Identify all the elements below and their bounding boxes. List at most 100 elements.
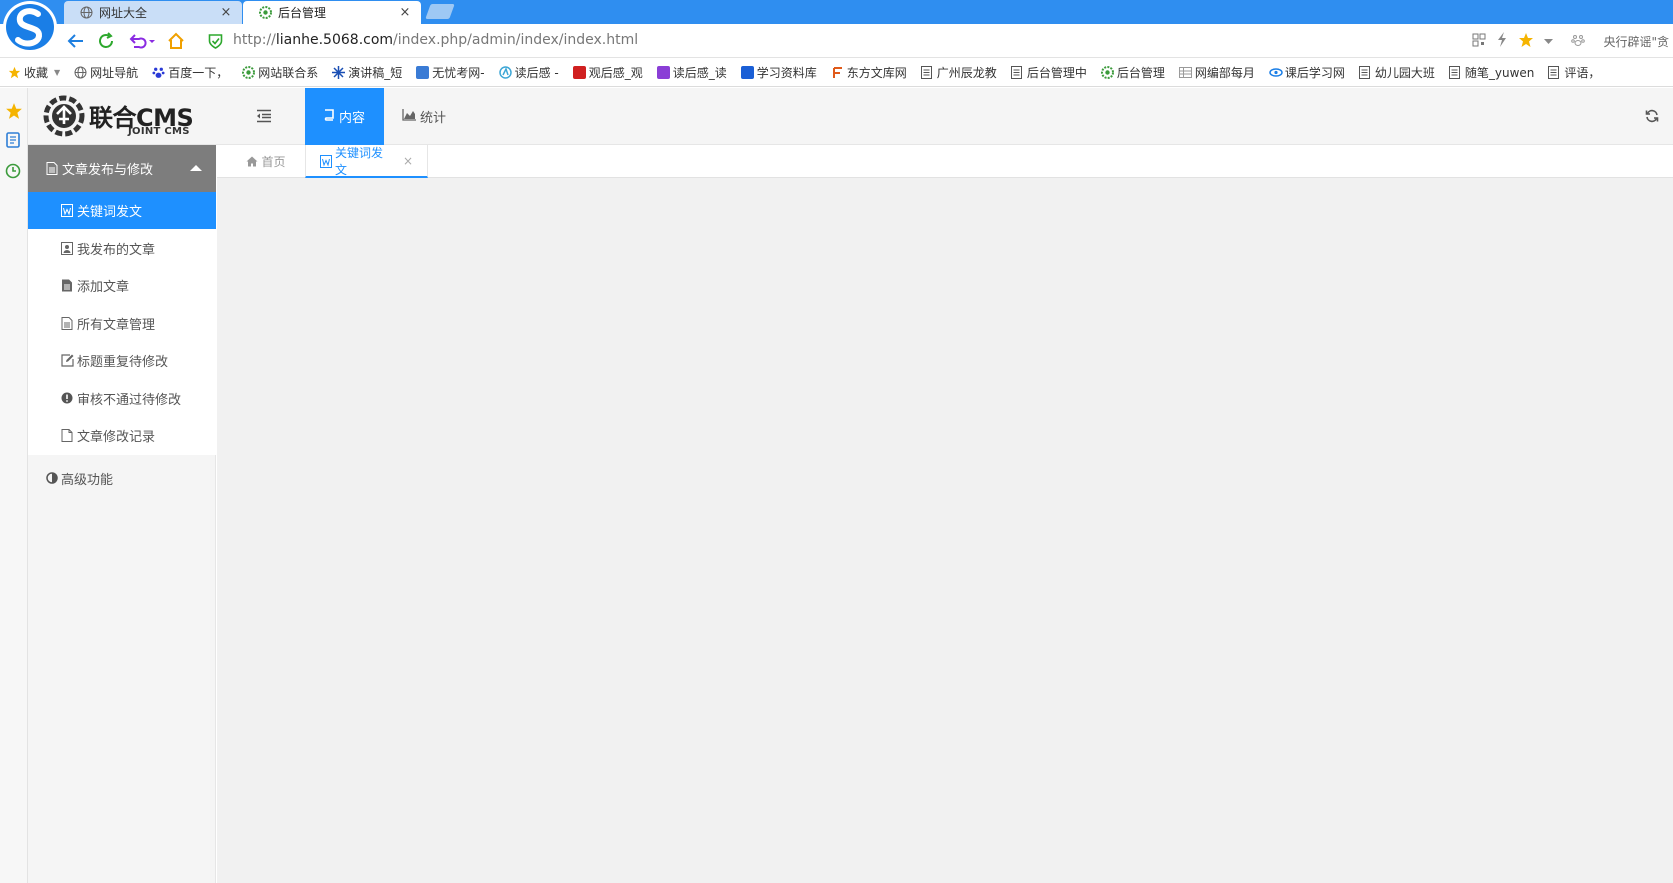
browser-logo-icon[interactable] [3,1,57,53]
bookmark-item[interactable]: 广州辰龙教 [920,64,997,81]
search-hint[interactable]: 央行辟谣"贪 [1603,33,1669,50]
sidebar-item-my-articles[interactable]: 我发布的文章 [28,230,216,267]
du-icon [656,65,670,79]
bookmark-label: 读后感_读 [672,65,727,80]
brand-logo[interactable]: 联合CMS JOINT CMS [42,94,202,140]
chevron-down-icon[interactable]: ▼ [54,68,60,77]
sidebar-group-advanced[interactable]: 高级功能 [28,463,216,493]
bookmark-item[interactable]: 无忧考网- [416,64,485,81]
bookmark-item[interactable]: 演讲稿_短 [332,64,402,81]
bookmark-label: 网址导航 [90,65,139,80]
bookmark-item[interactable]: 东方文库网 [831,64,907,81]
history-clock-icon[interactable] [5,163,23,181]
globe-icon [80,6,93,19]
page-tab-home[interactable]: 首页 [227,145,305,178]
bookmark-item[interactable]: 网站联合系 [242,64,318,81]
chevron-down-icon[interactable] [1544,34,1554,48]
bookmark-item[interactable]: 随笔_yuwen [1448,64,1534,81]
secure-shield-icon[interactable] [208,33,223,49]
file-outline-icon [61,429,74,442]
bookmark-item[interactable]: 后台管理中 [1010,64,1087,81]
bookmark-label: 无忧考网- [432,65,485,80]
cms-sidebar: 文章发布与修改 关键词发文 我发布的文章 添加文章 所有文章管理 标题重复待修改… [28,145,216,883]
sidebar-item-label: 标题重复待修改 [77,355,169,370]
tab-content[interactable]: 内容 [305,88,384,145]
file-text-icon [46,162,59,175]
bookmark-label: 收藏 [24,65,49,80]
eye-icon [1269,66,1283,79]
sidebar-item-all-articles[interactable]: 所有文章管理 [28,305,216,342]
bookmark-item[interactable]: 读后感_读 [656,64,727,81]
sidebar-item-keyword-post[interactable]: 关键词发文 [28,192,216,229]
close-tab-icon[interactable]: × [403,154,413,168]
browser-tab[interactable]: 网址大全 × [64,1,242,24]
refresh-icon[interactable] [1645,109,1659,123]
back-arrow-icon[interactable] [66,31,86,51]
bookmark-item[interactable]: 幼儿园大班 [1358,64,1435,81]
sidebar-item-rejected[interactable]: 审核不通过待修改 [28,380,216,417]
browser-side-panel [0,88,28,883]
close-tab-icon[interactable]: × [399,5,411,20]
sidebar-item-add-article[interactable]: 添加文章 [28,267,216,304]
study-icon [740,65,754,79]
home-icon[interactable] [166,31,186,51]
favorites-star-icon[interactable] [5,102,23,120]
bookmark-label: 课后学习网 [1284,65,1345,80]
bookmark-label: 学习资料库 [756,65,817,80]
bookmark-item[interactable]: 读后感 - [498,64,559,81]
browser-tab-active[interactable]: 后台管理 × [243,1,421,24]
area-chart-icon [402,108,416,125]
reload-icon[interactable] [96,31,116,51]
joint-logo-icon [1100,65,1114,79]
sidebar-item-label: 文章修改记录 [77,430,156,445]
page-tab-keyword-post[interactable]: 关键词发文 × [305,145,428,178]
new-tab-button[interactable] [425,4,455,19]
li-icon [572,65,586,79]
bookmark-item[interactable]: 课后学习网 [1269,64,1345,81]
tab-label: 内容 [339,111,366,126]
page-icon [920,65,934,79]
sidebar-toggle-icon[interactable] [256,109,272,123]
sidebar-submenu: 关键词发文 我发布的文章 添加文章 所有文章管理 标题重复待修改 审核不通过待修… [28,192,216,455]
url-text[interactable]: http://lianhe.5068.com/index.php/admin/i… [233,32,638,48]
brand-subtitle: JOINT CMS [128,126,190,137]
bookmark-item[interactable]: 网编部每月 [1178,64,1255,81]
bookmark-label: 广州辰龙教 [936,65,997,80]
browser-tab-title: 网址大全 [99,6,148,20]
sidebar-group-label: 文章发布与修改 [62,163,154,178]
tab-statistics[interactable]: 统计 [384,88,464,145]
sidebar-group-label: 高级功能 [61,472,114,488]
page-icon [1010,65,1024,79]
favorite-star-icon[interactable] [1518,32,1534,51]
caret-up-icon[interactable] [190,165,202,171]
bookmark-item[interactable]: 网址导航 [74,64,138,81]
qr-code-icon[interactable] [1472,33,1486,50]
file-lines-icon [61,317,74,330]
sidebar-group-article[interactable]: 文章发布与修改 [28,145,216,192]
dongfang-icon [831,66,844,79]
browser-tab-title: 后台管理 [278,6,327,20]
user-file-icon [61,242,74,255]
bookmark-item[interactable]: 百度一下， [152,64,228,81]
bookmark-favorites[interactable]: 收藏 ▼ [8,64,60,81]
cms-header: 联合CMS JOINT CMS 内容 统计 [28,88,1673,145]
bookmark-item[interactable]: 观后感_观 [572,64,643,81]
sidebar-item-edit-log[interactable]: 文章修改记录 [28,417,216,454]
half-circle-icon [46,472,58,484]
lightning-icon[interactable] [1496,32,1508,50]
close-tab-icon[interactable]: × [220,5,232,20]
sidebar-item-duplicate-title[interactable]: 标题重复待修改 [28,342,216,379]
bookmark-label: 观后感_观 [588,65,643,80]
bookmark-item[interactable]: 后台管理 [1100,64,1165,81]
file-text-icon [61,279,74,292]
bookmark-item[interactable]: 学习资料库 [740,64,817,81]
bookmark-item[interactable]: 评语， [1548,64,1600,81]
sidebar-item-label: 添加文章 [77,280,130,295]
reading-list-icon[interactable] [5,132,23,150]
bookmark-label: 后台管理 [1116,65,1165,80]
star-icon [8,66,21,79]
bookmarks-bar: 收藏 ▼ 网址导航 百度一下， 网站联合系 演讲稿_短 无忧考网- 读后感 - … [0,58,1673,87]
sidebar-item-label: 所有文章管理 [77,318,156,333]
sidebar-item-label: 审核不通过待修改 [77,393,182,408]
undo-close-icon[interactable] [127,31,157,51]
